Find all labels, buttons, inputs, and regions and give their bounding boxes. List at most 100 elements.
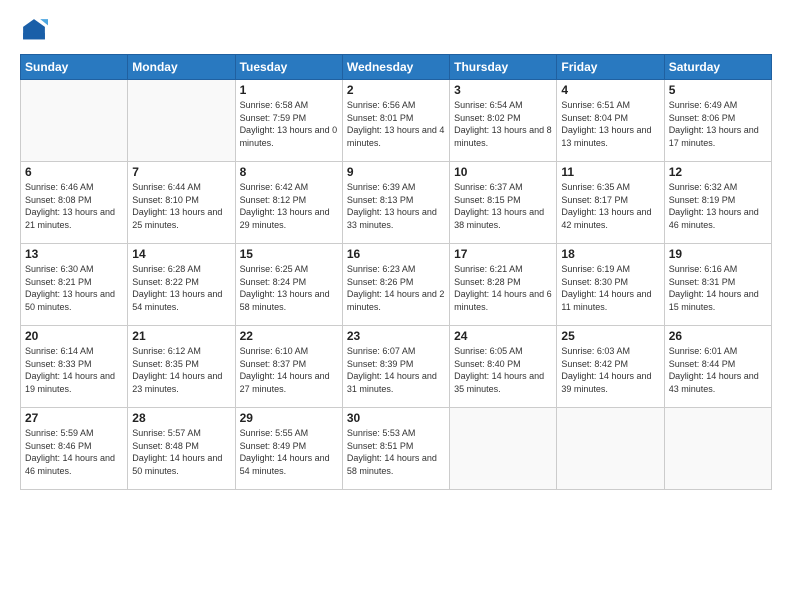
calendar-cell: 30 Sunrise: 5:53 AM Sunset: 8:51 PM Dayli…: [342, 408, 449, 490]
calendar-cell: 4Sunrise: 6:51 AM Sunset: 8:04 PM Daylig…: [557, 80, 664, 162]
calendar-cell: 19 Sunrise: 6:16 AM Sunset: 8:31 PM Dayli…: [664, 244, 771, 326]
cell-day-number: 25: [561, 329, 659, 343]
calendar-cell: 15 Sunrise: 6:25 AM Sunset: 8:24 PM Dayli…: [235, 244, 342, 326]
header-day-monday: Monday: [128, 55, 235, 80]
calendar-cell: 27 Sunrise: 5:59 AM Sunset: 8:46 PM Dayli…: [21, 408, 128, 490]
cell-day-number: 16: [347, 247, 445, 261]
cell-info: Sunrise: 5:53 AM Sunset: 8:51 PM Dayligh…: [347, 427, 445, 477]
header: [20, 16, 772, 44]
cell-day-number: 18: [561, 247, 659, 261]
cell-day-number: 27: [25, 411, 123, 425]
calendar-cell: [21, 80, 128, 162]
calendar-week-3: 20Sunrise: 6:14 AM Sunset: 8:33 PM Dayli…: [21, 326, 772, 408]
cell-day-number: 11: [561, 165, 659, 179]
calendar-cell: [664, 408, 771, 490]
cell-day-number: 23: [347, 329, 445, 343]
calendar-cell: 6 Sunrise: 6:46 AM Sunset: 8:08 PM Daylig…: [21, 162, 128, 244]
cell-info: Sunrise: 6:30 AM Sunset: 8:21 PM Dayligh…: [25, 263, 123, 313]
cell-info: Sunrise: 6:05 AM Sunset: 8:40 PM Dayligh…: [454, 345, 552, 395]
cell-info: Sunrise: 6:10 AM Sunset: 8:37 PM Dayligh…: [240, 345, 338, 395]
cell-day-number: 30: [347, 411, 445, 425]
calendar-cell: 7 Sunrise: 6:44 AM Sunset: 8:10 PM Daylig…: [128, 162, 235, 244]
calendar-cell: 24 Sunrise: 6:05 AM Sunset: 8:40 PM Dayli…: [450, 326, 557, 408]
calendar-week-1: 6 Sunrise: 6:46 AM Sunset: 8:08 PM Daylig…: [21, 162, 772, 244]
calendar-cell: 26 Sunrise: 6:01 AM Sunset: 8:44 PM Dayli…: [664, 326, 771, 408]
cell-day-number: 21: [132, 329, 230, 343]
cell-info: Sunrise: 6:56 AM Sunset: 8:01 PM Dayligh…: [347, 99, 445, 149]
cell-day-number: 10: [454, 165, 552, 179]
logo: [20, 16, 52, 44]
cell-day-number: 22: [240, 329, 338, 343]
calendar-cell: 12 Sunrise: 6:32 AM Sunset: 8:19 PM Dayli…: [664, 162, 771, 244]
calendar-body: 1 Sunrise: 6:58 AM Sunset: 7:59 PM Daylig…: [21, 80, 772, 490]
header-day-tuesday: Tuesday: [235, 55, 342, 80]
cell-day-number: 14: [132, 247, 230, 261]
calendar-header: SundayMondayTuesdayWednesdayThursdayFrid…: [21, 55, 772, 80]
cell-day-number: 1: [240, 83, 338, 97]
calendar-cell: 11 Sunrise: 6:35 AM Sunset: 8:17 PM Dayli…: [557, 162, 664, 244]
header-day-wednesday: Wednesday: [342, 55, 449, 80]
cell-day-number: 5: [669, 83, 767, 97]
calendar-table: SundayMondayTuesdayWednesdayThursdayFrid…: [20, 54, 772, 490]
calendar-cell: 29Sunrise: 5:55 AM Sunset: 8:49 PM Dayli…: [235, 408, 342, 490]
cell-day-number: 13: [25, 247, 123, 261]
calendar-cell: 16 Sunrise: 6:23 AM Sunset: 8:26 PM Dayli…: [342, 244, 449, 326]
cell-info: Sunrise: 6:32 AM Sunset: 8:19 PM Dayligh…: [669, 181, 767, 231]
header-day-friday: Friday: [557, 55, 664, 80]
cell-info: Sunrise: 6:42 AM Sunset: 8:12 PM Dayligh…: [240, 181, 338, 231]
cell-day-number: 19: [669, 247, 767, 261]
cell-info: Sunrise: 6:12 AM Sunset: 8:35 PM Dayligh…: [132, 345, 230, 395]
calendar-cell: 18Sunrise: 6:19 AM Sunset: 8:30 PM Dayli…: [557, 244, 664, 326]
header-row: SundayMondayTuesdayWednesdayThursdayFrid…: [21, 55, 772, 80]
calendar-cell: [128, 80, 235, 162]
cell-info: Sunrise: 6:23 AM Sunset: 8:26 PM Dayligh…: [347, 263, 445, 313]
cell-day-number: 4: [561, 83, 659, 97]
cell-info: Sunrise: 6:49 AM Sunset: 8:06 PM Dayligh…: [669, 99, 767, 149]
calendar-week-2: 13 Sunrise: 6:30 AM Sunset: 8:21 PM Dayli…: [21, 244, 772, 326]
calendar-week-4: 27 Sunrise: 5:59 AM Sunset: 8:46 PM Dayli…: [21, 408, 772, 490]
calendar-cell: 13 Sunrise: 6:30 AM Sunset: 8:21 PM Dayli…: [21, 244, 128, 326]
cell-info: Sunrise: 6:44 AM Sunset: 8:10 PM Dayligh…: [132, 181, 230, 231]
calendar-cell: [557, 408, 664, 490]
cell-day-number: 28: [132, 411, 230, 425]
cell-info: Sunrise: 6:25 AM Sunset: 8:24 PM Dayligh…: [240, 263, 338, 313]
cell-day-number: 26: [669, 329, 767, 343]
cell-info: Sunrise: 6:21 AM Sunset: 8:28 PM Dayligh…: [454, 263, 552, 313]
cell-day-number: 7: [132, 165, 230, 179]
cell-info: Sunrise: 6:16 AM Sunset: 8:31 PM Dayligh…: [669, 263, 767, 313]
cell-info: Sunrise: 5:59 AM Sunset: 8:46 PM Dayligh…: [25, 427, 123, 477]
calendar-week-0: 1 Sunrise: 6:58 AM Sunset: 7:59 PM Daylig…: [21, 80, 772, 162]
cell-info: Sunrise: 6:01 AM Sunset: 8:44 PM Dayligh…: [669, 345, 767, 395]
calendar-cell: 3Sunrise: 6:54 AM Sunset: 8:02 PM Daylig…: [450, 80, 557, 162]
cell-info: Sunrise: 5:55 AM Sunset: 8:49 PM Dayligh…: [240, 427, 338, 477]
calendar-cell: 21 Sunrise: 6:12 AM Sunset: 8:35 PM Dayli…: [128, 326, 235, 408]
cell-info: Sunrise: 6:58 AM Sunset: 7:59 PM Dayligh…: [240, 99, 338, 149]
cell-day-number: 24: [454, 329, 552, 343]
cell-info: Sunrise: 6:03 AM Sunset: 8:42 PM Dayligh…: [561, 345, 659, 395]
cell-info: Sunrise: 6:46 AM Sunset: 8:08 PM Dayligh…: [25, 181, 123, 231]
calendar-cell: 23Sunrise: 6:07 AM Sunset: 8:39 PM Dayli…: [342, 326, 449, 408]
logo-icon: [20, 16, 48, 44]
cell-info: Sunrise: 6:14 AM Sunset: 8:33 PM Dayligh…: [25, 345, 123, 395]
calendar-cell: 10Sunrise: 6:37 AM Sunset: 8:15 PM Dayli…: [450, 162, 557, 244]
cell-day-number: 15: [240, 247, 338, 261]
calendar-cell: 28 Sunrise: 5:57 AM Sunset: 8:48 PM Dayli…: [128, 408, 235, 490]
calendar-cell: [450, 408, 557, 490]
cell-info: Sunrise: 6:35 AM Sunset: 8:17 PM Dayligh…: [561, 181, 659, 231]
calendar-cell: 8Sunrise: 6:42 AM Sunset: 8:12 PM Daylig…: [235, 162, 342, 244]
header-day-sunday: Sunday: [21, 55, 128, 80]
calendar-cell: 2 Sunrise: 6:56 AM Sunset: 8:01 PM Daylig…: [342, 80, 449, 162]
cell-day-number: 2: [347, 83, 445, 97]
cell-info: Sunrise: 6:39 AM Sunset: 8:13 PM Dayligh…: [347, 181, 445, 231]
calendar-cell: 22 Sunrise: 6:10 AM Sunset: 8:37 PM Dayli…: [235, 326, 342, 408]
calendar-cell: 14Sunrise: 6:28 AM Sunset: 8:22 PM Dayli…: [128, 244, 235, 326]
calendar-page: SundayMondayTuesdayWednesdayThursdayFrid…: [0, 0, 792, 612]
calendar-cell: 20Sunrise: 6:14 AM Sunset: 8:33 PM Dayli…: [21, 326, 128, 408]
cell-info: Sunrise: 5:57 AM Sunset: 8:48 PM Dayligh…: [132, 427, 230, 477]
calendar-cell: 9 Sunrise: 6:39 AM Sunset: 8:13 PM Daylig…: [342, 162, 449, 244]
cell-day-number: 12: [669, 165, 767, 179]
calendar-cell: 17 Sunrise: 6:21 AM Sunset: 8:28 PM Dayli…: [450, 244, 557, 326]
cell-day-number: 6: [25, 165, 123, 179]
cell-day-number: 9: [347, 165, 445, 179]
cell-day-number: 17: [454, 247, 552, 261]
